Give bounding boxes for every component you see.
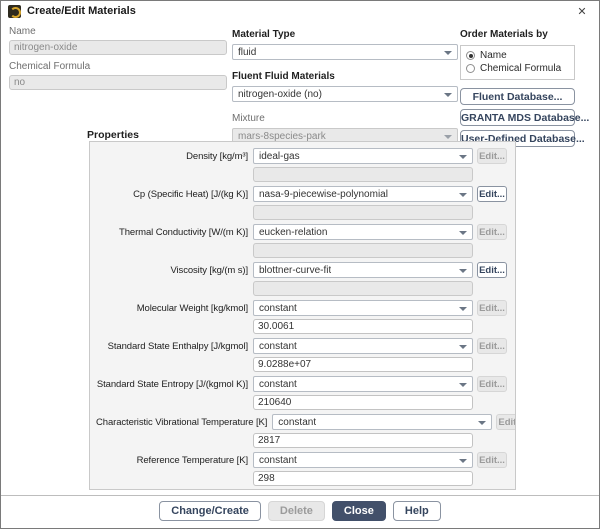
viscosity-edit-button[interactable]: Edit...	[477, 262, 507, 278]
cp-edit-button[interactable]: Edit...	[477, 186, 507, 202]
material-type-section: Material Type fluid Fluent Fluid Materia…	[232, 24, 458, 150]
property-label: Cp (Specific Heat) [J/(kg K)]	[96, 189, 253, 200]
material-type-dropdown[interactable]: fluid	[232, 44, 458, 60]
reference-temperature-value-input[interactable]	[253, 471, 473, 486]
action-buttons: Change/Create Delete Close Help	[1, 501, 599, 521]
chevron-down-icon	[444, 135, 452, 139]
name-field	[9, 40, 227, 55]
property-row-standard-state-entropy: Standard State Entropy [J/(kgmol K)] con…	[96, 376, 507, 410]
title-bar: Create/Edit Materials ✕	[1, 1, 599, 22]
properties-label: Properties	[87, 129, 139, 141]
standard-state-entropy-method-dropdown[interactable]: constant	[253, 376, 473, 392]
chevron-down-icon	[459, 345, 467, 349]
chemical-formula-field	[9, 75, 227, 90]
delete-button: Delete	[268, 501, 325, 521]
property-label: Characteristic Vibrational Temperature […	[96, 417, 272, 428]
chevron-down-icon	[459, 193, 467, 197]
name-label: Name	[9, 26, 227, 37]
density-method-dropdown[interactable]: ideal-gas	[253, 148, 473, 164]
property-row-cp: Cp (Specific Heat) [J/(kg K)] nasa-9-pie…	[96, 186, 507, 220]
radio-unselected-icon[interactable]	[466, 64, 475, 73]
properties-panel: Density [kg/m³] ideal-gas Edit... Cp (Sp…	[89, 141, 516, 490]
chevron-down-icon	[459, 231, 467, 235]
fluent-app-icon	[8, 5, 21, 18]
bottom-separator	[1, 495, 599, 496]
close-button[interactable]: Close	[332, 501, 386, 521]
order-by-radio-group: Name Chemical Formula	[460, 45, 575, 80]
material-type-label: Material Type	[232, 29, 295, 40]
chevron-down-icon	[444, 93, 452, 97]
close-icon[interactable]: ✕	[573, 3, 591, 21]
property-row-molecular-weight: Molecular Weight [kg/kmol] constant Edit…	[96, 300, 507, 334]
cp-method-dropdown[interactable]: nasa-9-piecewise-polynomial	[253, 186, 473, 202]
property-row-standard-state-enthalpy: Standard State Enthalpy [J/kgmol] consta…	[96, 338, 507, 372]
order-materials-by-label: Order Materials by	[460, 29, 548, 40]
property-label: Reference Temperature [K]	[96, 455, 253, 466]
property-row-viscosity: Viscosity [kg/(m s)] blottner-curve-fit …	[96, 262, 507, 296]
fluent-database-button[interactable]: Fluent Database...	[460, 88, 575, 105]
viscosity-value-input	[253, 281, 473, 296]
characteristic-vibrational-temperature-edit-button: Edit...	[496, 414, 516, 430]
chevron-down-icon	[459, 269, 467, 273]
chevron-down-icon	[444, 51, 452, 55]
standard-state-entropy-edit-button: Edit...	[477, 376, 507, 392]
mixture-label: Mixture	[232, 113, 265, 124]
standard-state-enthalpy-edit-button: Edit...	[477, 338, 507, 354]
order-by-chemical-formula-option[interactable]: Chemical Formula	[466, 62, 569, 75]
change-create-button[interactable]: Change/Create	[159, 501, 261, 521]
order-materials-section: Order Materials by Name Chemical Formula…	[460, 24, 575, 147]
property-label: Density [kg/m³]	[96, 151, 253, 162]
thermal-conductivity-method-dropdown[interactable]: eucken-relation	[253, 224, 473, 240]
density-edit-button: Edit...	[477, 148, 507, 164]
chevron-down-icon	[459, 307, 467, 311]
cp-value-input	[253, 205, 473, 220]
reference-temperature-method-dropdown[interactable]: constant	[253, 452, 473, 468]
property-row-thermal-conductivity: Thermal Conductivity [W/(m K)] eucken-re…	[96, 224, 507, 258]
characteristic-vibrational-temperature-value-input[interactable]	[253, 433, 473, 448]
granta-mds-database-button[interactable]: GRANTA MDS Database...	[460, 109, 575, 126]
create-edit-materials-dialog: Create/Edit Materials ✕ Name Chemical Fo…	[0, 0, 600, 529]
standard-state-enthalpy-method-dropdown[interactable]: constant	[253, 338, 473, 354]
window-title: Create/Edit Materials	[27, 5, 136, 17]
chevron-down-icon	[459, 383, 467, 387]
reference-temperature-edit-button: Edit...	[477, 452, 507, 468]
molecular-weight-method-dropdown[interactable]: constant	[253, 300, 473, 316]
chevron-down-icon	[459, 155, 467, 159]
property-row-characteristic-vibrational-temperature: Characteristic Vibrational Temperature […	[96, 414, 507, 448]
identity-section: Name Chemical Formula	[9, 26, 227, 96]
property-label: Molecular Weight [kg/kmol]	[96, 303, 253, 314]
molecular-weight-edit-button: Edit...	[477, 300, 507, 316]
molecular-weight-value-input[interactable]	[253, 319, 473, 334]
chevron-down-icon	[478, 421, 486, 425]
chevron-down-icon	[459, 459, 467, 463]
help-button[interactable]: Help	[393, 501, 441, 521]
order-by-name-option[interactable]: Name	[466, 49, 569, 62]
chemical-formula-label: Chemical Formula	[9, 61, 227, 72]
property-label: Thermal Conductivity [W/(m K)]	[96, 227, 253, 238]
thermal-conductivity-edit-button: Edit...	[477, 224, 507, 240]
property-label: Standard State Enthalpy [J/kgmol]	[96, 341, 253, 352]
property-label: Viscosity [kg/(m s)]	[96, 265, 253, 276]
radio-selected-icon[interactable]	[466, 51, 475, 60]
viscosity-method-dropdown[interactable]: blottner-curve-fit	[253, 262, 473, 278]
property-row-density: Density [kg/m³] ideal-gas Edit...	[96, 148, 507, 182]
fluent-fluid-materials-dropdown[interactable]: nitrogen-oxide (no)	[232, 86, 458, 102]
thermal-conductivity-value-input	[253, 243, 473, 258]
standard-state-entropy-value-input[interactable]	[253, 395, 473, 410]
property-row-reference-temperature: Reference Temperature [K] constant Edit.…	[96, 452, 507, 486]
density-value-input	[253, 167, 473, 182]
fluent-fluid-materials-label: Fluent Fluid Materials	[232, 71, 335, 82]
property-label: Standard State Entropy [J/(kgmol K)]	[96, 379, 253, 390]
characteristic-vibrational-temperature-method-dropdown[interactable]: constant	[272, 414, 492, 430]
standard-state-enthalpy-value-input[interactable]	[253, 357, 473, 372]
